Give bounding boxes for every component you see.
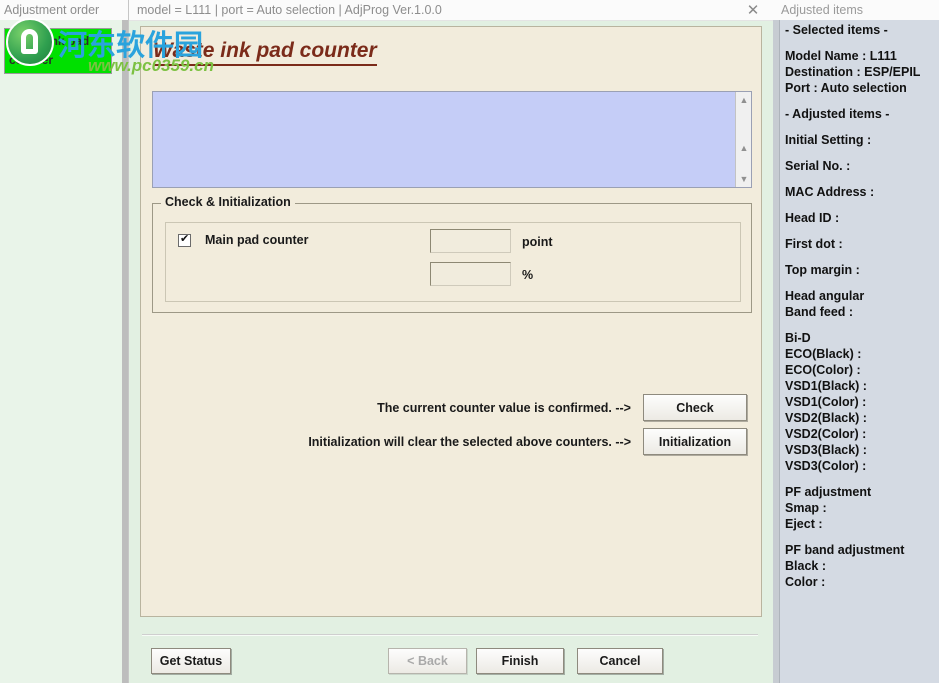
finish-button[interactable]: Finish — [476, 648, 564, 674]
adjusted-items-scrollbar[interactable] — [773, 20, 780, 683]
log-textarea[interactable]: ▲ ▲ ▼ — [152, 91, 752, 188]
page-title: Waste ink pad counter — [153, 39, 377, 66]
sidebar-line: - Adjusted items - — [785, 107, 890, 121]
sidebar-line: Model Name : L111 — [785, 49, 897, 63]
sidebar-line: Port : Auto selection — [785, 81, 907, 95]
sidebar-line: Smap : — [785, 501, 827, 515]
initialization-action-row: Initialization will clear the selected a… — [241, 428, 631, 455]
group-title: Check & Initialization — [161, 195, 295, 209]
sidebar-line: ECO(Color) : — [785, 363, 861, 377]
log-scrollbar[interactable]: ▲ ▲ ▼ — [735, 92, 751, 187]
app-root: Adjustment order Waste ink pad counter m… — [0, 0, 939, 683]
sidebar-line: VSD2(Black) : — [785, 411, 867, 425]
footer-separator — [142, 634, 758, 636]
sidebar-line: Serial No. : — [785, 159, 851, 173]
scroll-up-icon[interactable]: ▲ — [736, 92, 752, 108]
main-pad-counter-checkbox[interactable] — [178, 232, 191, 247]
sidebar-line: ECO(Black) : — [785, 347, 862, 361]
check-action-text: The current counter value is confirmed. … — [377, 400, 631, 415]
sidebar-line: Band feed : — [785, 305, 854, 319]
sidebar-line: Eject : — [785, 517, 823, 531]
scroll-thumb-icon[interactable]: ▲ — [736, 140, 752, 156]
sidebar-line: First dot : — [785, 237, 843, 251]
percent-unit-label: % — [522, 268, 534, 282]
sidebar-line: Initial Setting : — [785, 133, 872, 147]
sidebar-line: PF adjustment — [785, 485, 872, 499]
get-status-button[interactable]: Get Status — [151, 648, 231, 674]
main-window: model = L111 | port = Auto selection | A… — [128, 0, 773, 683]
adjusted-items-list: - Selected items - Model Name : L111 Desti… — [785, 22, 939, 590]
check-button[interactable]: Check — [643, 394, 747, 421]
counter-inner-box: Main pad counter point % — [165, 222, 741, 302]
point-unit-label: point — [522, 235, 553, 249]
window-title: model = L111 | port = Auto selection | A… — [137, 3, 442, 17]
adjustment-order-panel: Adjustment order Waste ink pad counter — [0, 0, 128, 683]
sidebar-line: Destination : ESP/EPIL — [785, 65, 921, 79]
sidebar-line: VSD1(Black) : — [785, 379, 867, 393]
adjustment-order-titlebar: Adjustment order — [0, 0, 128, 20]
sidebar-line: VSD1(Color) : — [785, 395, 867, 409]
main-pad-counter-label: Main pad counter — [205, 233, 309, 247]
percent-value-input[interactable] — [430, 262, 511, 286]
sidebar-line: VSD3(Black) : — [785, 443, 867, 457]
main-titlebar: model = L111 | port = Auto selection | A… — [129, 0, 773, 21]
sidebar-line: Black : — [785, 559, 826, 573]
sidebar-line: - Selected items - — [785, 23, 888, 37]
sidebar-line: Head ID : — [785, 211, 840, 225]
initialization-button[interactable]: Initialization — [643, 428, 747, 455]
cancel-button[interactable]: Cancel — [577, 648, 663, 674]
sidebar-line: MAC Address : — [785, 185, 875, 199]
adjusted-items-titlebar: Adjusted items — [773, 0, 939, 20]
sidebar-line: VSD3(Color) : — [785, 459, 867, 473]
scroll-down-icon[interactable]: ▼ — [736, 171, 752, 187]
adjusted-items-window: Adjusted items - Selected items - Model N… — [773, 0, 939, 683]
sidebar-line: PF band adjustment — [785, 543, 905, 557]
sidebar-line: Top margin : — [785, 263, 860, 277]
sidebar-line: Head angular — [785, 289, 865, 303]
content-panel: Waste ink pad counter ▲ ▲ ▼ Check & Init… — [140, 26, 762, 617]
list-item-waste-ink-pad-counter[interactable]: Waste ink pad counter — [4, 28, 112, 74]
sidebar-line: Color : — [785, 575, 826, 589]
check-initialization-group: Check & Initialization Main pad counter … — [152, 195, 752, 313]
point-value-input[interactable] — [430, 229, 511, 253]
initialization-action-text: Initialization will clear the selected a… — [308, 434, 631, 449]
check-action-row: The current counter value is confirmed. … — [321, 394, 631, 421]
sidebar-line: Bi-D — [785, 331, 811, 345]
close-icon[interactable]: ✕ — [737, 0, 769, 20]
back-button: < Back — [388, 648, 467, 674]
sidebar-line: VSD2(Color) : — [785, 427, 867, 441]
main-pad-counter-row: Main pad counter — [178, 232, 309, 247]
